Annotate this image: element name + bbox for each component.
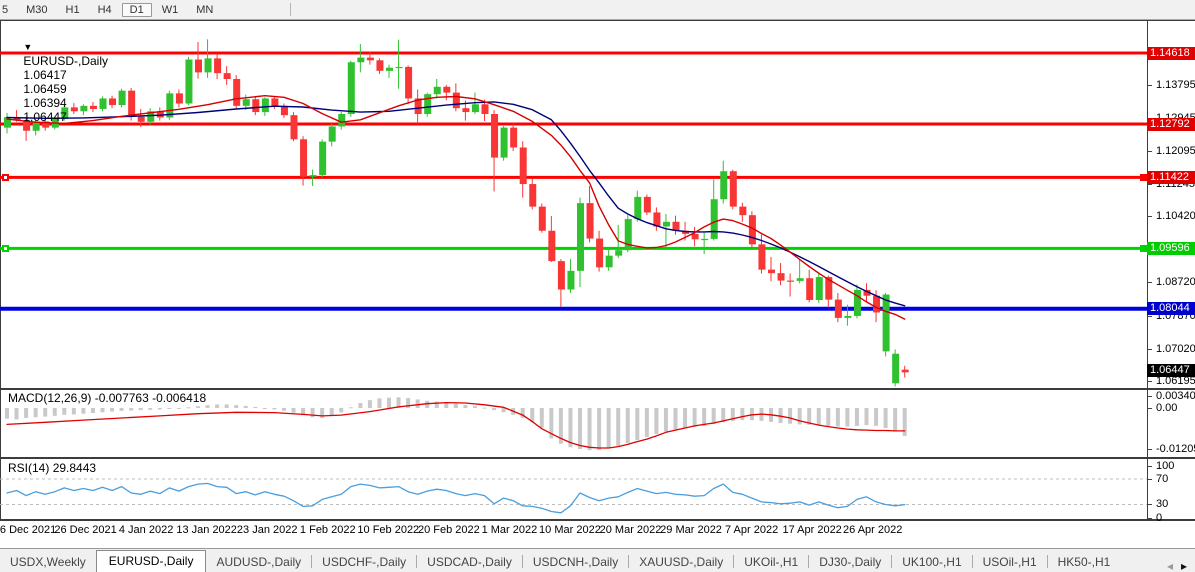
date-label: 20 Mar 2022 xyxy=(600,524,662,536)
tab-audusd-daily[interactable]: AUDUSD-,Daily xyxy=(206,552,311,572)
price-axis-label: 1.13795 xyxy=(1156,79,1195,91)
tab-scroll-right-icon[interactable]: ▸ xyxy=(1181,559,1187,572)
timeframe-m30[interactable]: M30 xyxy=(18,3,55,17)
price-axis-tick xyxy=(1148,151,1152,152)
tab-usdcad-daily[interactable]: USDCAD-,Daily xyxy=(417,552,522,572)
tab-usdcnh-daily[interactable]: USDCNH-,Daily xyxy=(523,552,628,572)
macd-axis-label: 0.003408 xyxy=(1156,390,1195,402)
rsi-axis-label: 30 xyxy=(1156,498,1168,510)
timeframe-w1[interactable]: W1 xyxy=(154,3,187,17)
chart-menu-icon[interactable]: ▼ xyxy=(23,42,32,52)
date-label: 26 Apr 2022 xyxy=(843,524,902,536)
date-label: 16 Dec 2021 xyxy=(0,524,56,536)
date-label: 26 Dec 2021 xyxy=(54,524,116,536)
rsi-label: RSI(14) 29.8443 xyxy=(8,461,96,475)
price-axis-tick xyxy=(1148,349,1152,350)
ohlc-close: 1.06447 xyxy=(23,110,66,124)
moving-average-slow xyxy=(7,102,905,306)
date-label: 1 Feb 2022 xyxy=(300,524,356,536)
ohlc-open: 1.06417 xyxy=(23,68,66,82)
date-label: 10 Mar 2022 xyxy=(539,524,601,536)
price-level-badge[interactable]: 1.08044 xyxy=(1147,302,1195,315)
price-axis-label: 1.08720 xyxy=(1156,276,1195,288)
date-label: 13 Jan 2022 xyxy=(176,524,237,536)
date-label: 4 Jan 2022 xyxy=(119,524,173,536)
timeframe-toolbar: 5M30H1H4D1W1MN xyxy=(0,0,1195,20)
price-level-badge[interactable]: 1.09596 xyxy=(1147,242,1195,255)
tab-usoil-h1[interactable]: USOil-,H1 xyxy=(973,552,1047,572)
ohlc-high: 1.06459 xyxy=(23,82,66,96)
date-label: 29 Mar 2022 xyxy=(660,524,722,536)
line-handle-icon[interactable] xyxy=(2,245,9,252)
rsi-axis-tick xyxy=(1148,479,1152,480)
rsi-line xyxy=(7,483,905,512)
chart-title: ▼ EURUSD-,Daily 1.06417 1.06459 1.06394 … xyxy=(10,26,111,138)
date-label: 1 Mar 2022 xyxy=(482,524,538,536)
horizontal-level-lines xyxy=(0,53,1147,309)
tab-scroll-left-icon[interactable]: ◂ xyxy=(1167,559,1173,572)
macd-histogram xyxy=(5,397,907,450)
timeframe-h1[interactable]: H1 xyxy=(58,3,88,17)
price-level-badge[interactable]: 1.14618 xyxy=(1147,47,1195,60)
price-axis-tick xyxy=(1148,381,1152,382)
price-axis-label: 1.07020 xyxy=(1156,343,1195,355)
price-axis-tick xyxy=(1148,85,1152,86)
macd-values: -0.007763 -0.006418 xyxy=(95,391,206,405)
rsi-axis-tick xyxy=(1148,466,1152,467)
price-axis-label: 1.10420 xyxy=(1156,210,1195,222)
macd-axis-tick xyxy=(1148,396,1152,397)
line-handle-icon[interactable] xyxy=(1140,245,1147,252)
date-label: 23 Jan 2022 xyxy=(237,524,298,536)
tab-usdchf-daily[interactable]: USDCHF-,Daily xyxy=(312,552,416,572)
macd-axis-label: -0.012058 xyxy=(1156,443,1195,455)
date-label: 7 Apr 2022 xyxy=(725,524,778,536)
date-label: 20 Feb 2022 xyxy=(418,524,480,536)
rsi-pane-canvas[interactable] xyxy=(0,459,1147,519)
line-handle-icon[interactable] xyxy=(2,174,9,181)
timeframe-mn[interactable]: MN xyxy=(188,3,221,17)
tab-ukoil-h1[interactable]: UKOil-,H1 xyxy=(734,552,808,572)
macd-axis-label: 0.00 xyxy=(1156,402,1177,414)
tab-uk100-h1[interactable]: UK100-,H1 xyxy=(892,552,971,572)
chart-symbol-label: EURUSD-,Daily xyxy=(23,54,108,68)
timeframe-h4[interactable]: H4 xyxy=(90,3,120,17)
price-level-badge[interactable]: 1.11422 xyxy=(1147,171,1195,184)
rsi-axis-tick xyxy=(1148,518,1152,519)
trading-platform-window: 5M30H1H4D1W1MN ▼ EURUSD-,Daily 1.06417 1… xyxy=(0,0,1195,572)
toolbar-separator xyxy=(290,3,291,16)
rsi-value: 29.8443 xyxy=(53,461,96,475)
rsi-dates-separator xyxy=(0,519,1195,521)
tab-dj30-daily[interactable]: DJ30-,Daily xyxy=(809,552,891,572)
timeframe-5[interactable]: 5 xyxy=(0,3,16,17)
price-level-badge[interactable]: 1.12792 xyxy=(1147,118,1195,131)
rsi-axis-label: 0 xyxy=(1156,512,1162,524)
rsi-axis-tick xyxy=(1148,504,1152,505)
candlesticks xyxy=(4,39,909,386)
macd-axis-tick xyxy=(1148,449,1152,450)
price-axis-tick xyxy=(1148,316,1152,317)
line-handle-icon[interactable] xyxy=(1140,174,1147,181)
current-price-badge: 1.06447 xyxy=(1147,364,1195,377)
moving-average-fast xyxy=(7,96,905,319)
price-chart-canvas[interactable] xyxy=(0,21,1147,388)
price-axis-tick xyxy=(1148,216,1152,217)
date-label: 17 Apr 2022 xyxy=(782,524,841,536)
timeframe-d1[interactable]: D1 xyxy=(122,3,152,17)
rsi-axis-label: 100 xyxy=(1156,460,1174,472)
price-axis-label: 1.12095 xyxy=(1156,145,1195,157)
price-axis-tick xyxy=(1148,184,1152,185)
price-axis-tick xyxy=(1148,282,1152,283)
macd-label: MACD(12,26,9) -0.007763 -0.006418 xyxy=(8,391,206,405)
tab-xauusd-daily[interactable]: XAUUSD-,Daily xyxy=(629,552,733,572)
date-label: 10 Feb 2022 xyxy=(357,524,419,536)
tab-eurusd-daily[interactable]: EURUSD-,Daily xyxy=(96,550,207,572)
tab-usdx-weekly[interactable]: USDX,Weekly xyxy=(0,552,96,572)
tab-hk50-h1[interactable]: HK50-,H1 xyxy=(1048,552,1121,572)
rsi-axis-label: 70 xyxy=(1156,473,1168,485)
macd-axis-tick xyxy=(1148,408,1152,409)
price-axis-border xyxy=(1147,21,1148,519)
ohlc-low: 1.06394 xyxy=(23,96,66,110)
symbol-tab-bar: USDX,WeeklyEURUSD-,DailyAUDUSD-,DailyUSD… xyxy=(0,548,1195,572)
